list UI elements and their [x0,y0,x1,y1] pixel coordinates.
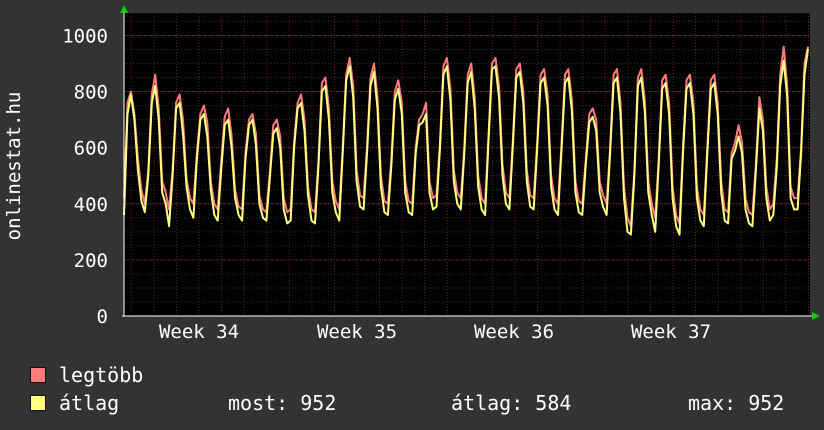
x-tick-label: Week 34 [159,321,239,340]
x-tick-label: Week 37 [631,321,711,340]
x-axis-arrow [812,312,820,320]
legend: legtöbb átlag most: 952 átlag: 584 max: … [30,363,810,423]
legend-swatch-max [30,367,46,383]
x-tick-label: Week 35 [317,321,397,340]
y-tick-label: 600 [74,138,108,160]
legend-label-max: legtöbb [59,363,144,387]
y-tick-label: 0 [97,306,108,328]
y-tick-label: 200 [74,250,108,272]
y-tick-label: 1000 [62,25,108,47]
y-axis-label: onlinestat.hu [3,92,25,241]
x-tick-label: Week 36 [474,321,554,340]
y-axis-arrow [120,5,128,13]
y-tick-label: 800 [74,82,108,104]
legend-row-max: legtöbb [30,365,143,385]
legend-swatch-avg [30,395,46,411]
stat-current: most: 952 [228,391,337,415]
chart: 0 200 400 600 800 1000 Week 34 Week 35 Week 36 We… [3,5,820,340]
stat-average: átlag: 584 [451,391,572,415]
y-tick-label: 400 [74,194,108,216]
legend-label-avg: átlag [59,391,120,415]
stat-maximum: max: 952 [688,391,785,415]
